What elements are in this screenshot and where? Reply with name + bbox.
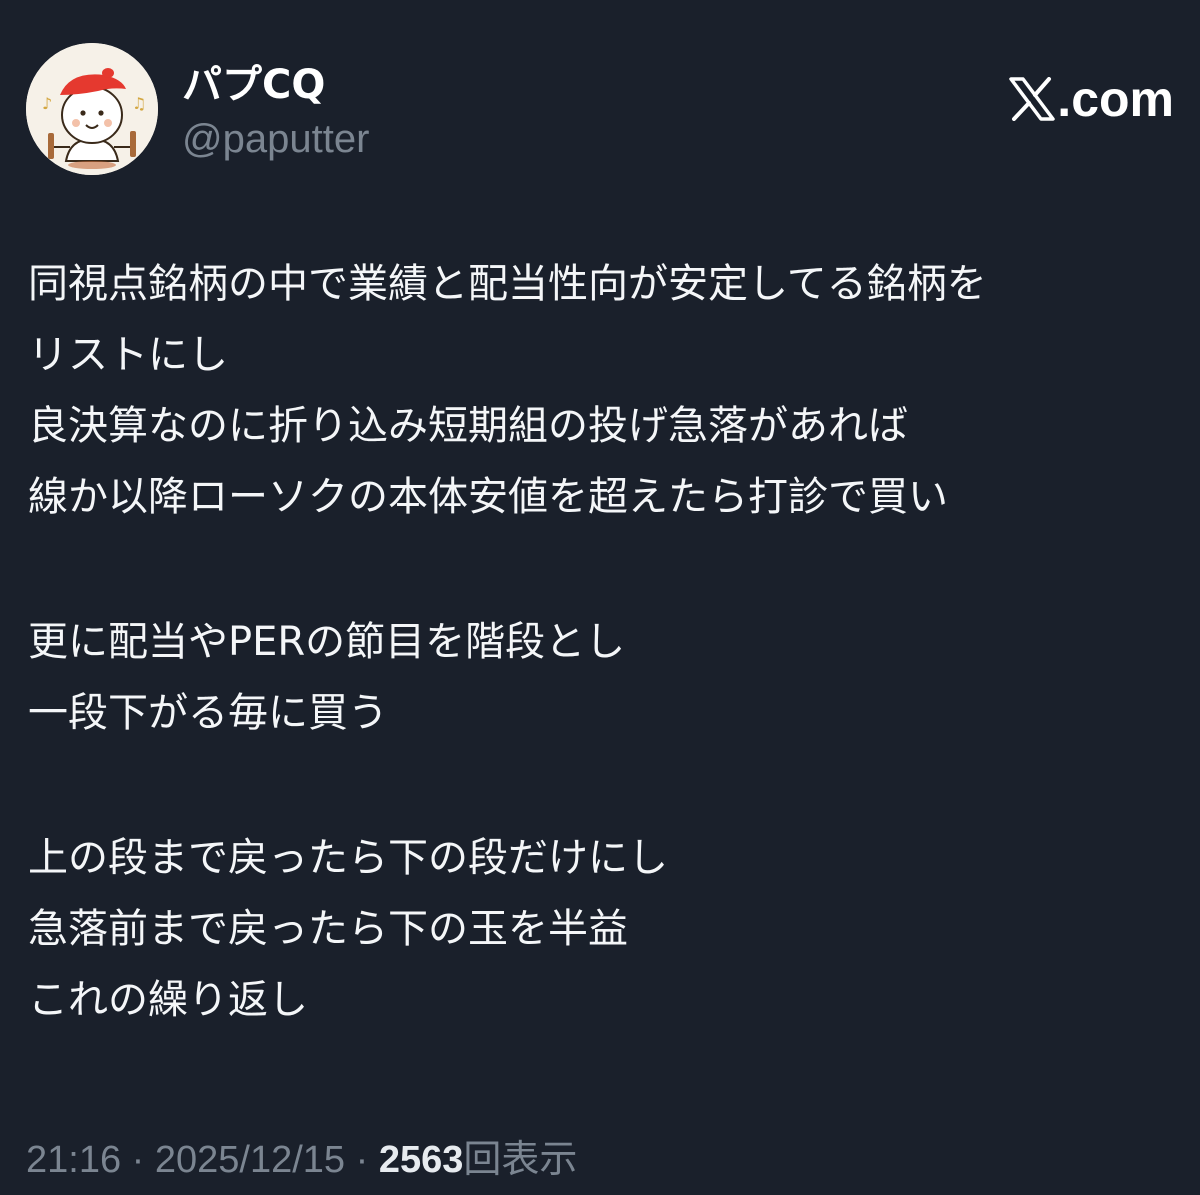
- post-line-blank: [28, 749, 1178, 823]
- x-logo-icon: [1009, 77, 1056, 121]
- post-header: ♪ ♫ パプCQ @paputter .com: [26, 43, 1174, 175]
- post-line-blank: [28, 533, 1178, 607]
- post-line: 急落前まで戻ったら下の玉を半益: [28, 906, 628, 952]
- author-info: パプCQ @paputter: [182, 61, 369, 163]
- brand-logo: .com: [1009, 69, 1174, 129]
- avatar-illustration: ♪ ♫: [26, 43, 158, 175]
- post-body: 同視点銘柄の中で業績と配当性向が安定してる銘柄を リストにし 良決算なのに折り込…: [28, 249, 1178, 1036]
- meta-separator: ·: [121, 1139, 155, 1181]
- handle[interactable]: @paputter: [182, 115, 369, 163]
- post-line: 同視点銘柄の中で業績と配当性向が安定してる銘柄を: [28, 261, 987, 307]
- post-line: これの繰り返し: [28, 977, 308, 1023]
- svg-text:♪: ♪: [42, 94, 52, 113]
- view-count: 2563: [378, 1139, 464, 1181]
- avatar[interactable]: ♪ ♫: [26, 43, 158, 175]
- post-line: 一段下がる毎に買う: [28, 690, 388, 736]
- post-line: リストにし: [28, 332, 228, 378]
- post-line: 線か以降ローソクの本体安値を超えたら打診で買い: [28, 474, 948, 520]
- meta-separator: ·: [345, 1139, 379, 1181]
- post-line: 上の段まで戻ったら下の段だけにし: [28, 835, 668, 881]
- post-line: 良決算なのに折り込み短期組の投げ急落があれば: [28, 403, 908, 449]
- display-name[interactable]: パプCQ: [182, 61, 369, 109]
- post-meta: 21:16 · 2025/12/15 · 2563回表示: [26, 1136, 577, 1183]
- post-time[interactable]: 21:16: [26, 1139, 121, 1181]
- post-date[interactable]: 2025/12/15: [155, 1139, 345, 1181]
- svg-text:♫: ♫: [132, 94, 146, 113]
- post-line: 更に配当やPERの節目を階段とし: [28, 619, 626, 665]
- view-count-label: 回表示: [463, 1137, 578, 1181]
- brand-domain-text: .com: [1057, 71, 1174, 127]
